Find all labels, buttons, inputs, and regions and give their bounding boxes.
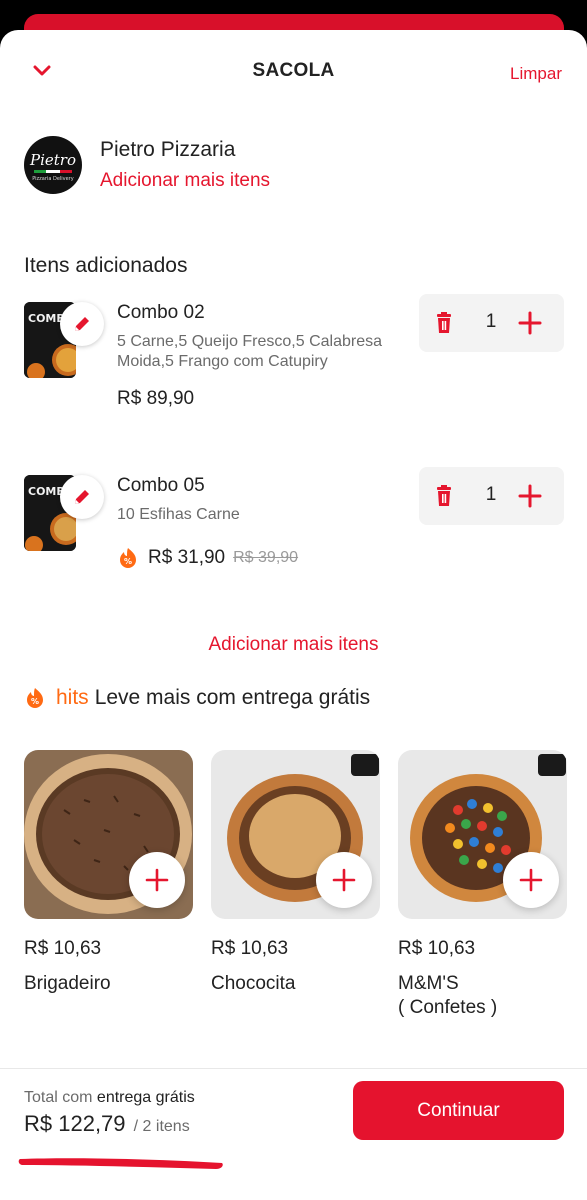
trash-icon	[437, 312, 451, 333]
quantity-value: 1	[485, 311, 497, 332]
store-add-more-link[interactable]: Adicionar mais itens	[100, 170, 270, 192]
continue-button[interactable]: Continuar	[353, 1081, 564, 1140]
remove-item-button[interactable]	[433, 311, 455, 335]
discount-icon: %	[27, 688, 43, 708]
plus-icon	[519, 868, 543, 892]
add-product-button[interactable]	[503, 852, 559, 908]
edit-item-button[interactable]	[60, 302, 104, 346]
svg-text:Pietro: Pietro	[29, 151, 76, 169]
section-title: Itens adicionados	[24, 254, 188, 277]
item-description: 5 Carne,5 Queijo Fresco,5 Calabresa Moid…	[117, 333, 383, 370]
svg-text:%: %	[31, 697, 39, 706]
header: SACOLA Limpar	[0, 30, 587, 114]
edit-item-button[interactable]	[60, 475, 104, 519]
item-old-price: R$ 39,90	[233, 549, 299, 566]
redaction-scribble	[18, 1158, 223, 1169]
quantity-stepper: 1	[419, 467, 564, 525]
item-name: Combo 05	[117, 475, 205, 496]
increase-quantity-button[interactable]	[517, 483, 543, 509]
item-count: / 2 itens	[133, 1118, 190, 1135]
add-product-button[interactable]	[129, 852, 185, 908]
bag-sheet: SACOLA Limpar Pietro Pizzaria Delivery P…	[0, 30, 587, 1200]
item-price-row: % R$ 31,90 R$ 39,90	[117, 547, 298, 569]
item-price: R$ 89,90	[117, 388, 195, 409]
svg-text:%: %	[124, 557, 132, 566]
item-price: R$ 31,90	[148, 547, 226, 568]
pencil-icon	[75, 490, 89, 504]
add-more-items-link[interactable]: Adicionar mais itens	[0, 634, 587, 656]
plus-icon	[518, 311, 542, 335]
plus-icon	[145, 868, 169, 892]
trash-icon	[437, 485, 451, 506]
product-price: R$ 10,63	[211, 938, 289, 959]
product-name: Brigadeiro	[24, 973, 111, 994]
svg-text:Pizzaria Delivery: Pizzaria Delivery	[32, 176, 74, 182]
quantity-stepper: 1	[419, 294, 564, 352]
add-product-button[interactable]	[316, 852, 372, 908]
product-name: M&M'S ( Confetes )	[398, 973, 498, 1018]
hits-section-title: % hits Leve mais com entrega grátis	[24, 686, 370, 710]
total-value: R$ 122,79 / 2 itens	[24, 1111, 190, 1136]
checkout-footer: Total com entrega grátis R$ 122,79 / 2 i…	[0, 1068, 587, 1200]
quantity-value: 1	[485, 484, 497, 505]
plus-icon	[332, 868, 356, 892]
page-title: SACOLA	[252, 60, 335, 81]
remove-item-button[interactable]	[433, 484, 455, 508]
product-price: R$ 10,63	[398, 938, 476, 959]
increase-quantity-button[interactable]	[517, 310, 543, 336]
plus-icon	[518, 484, 542, 508]
item-name: Combo 02	[117, 302, 205, 323]
product-name: Chococita	[211, 973, 296, 994]
store-info: Pietro Pizzaria Delivery Pietro Pizzaria…	[24, 134, 564, 194]
total-label: Total com entrega grátis	[24, 1089, 195, 1106]
pencil-icon	[75, 317, 89, 331]
hits-text: Leve mais com entrega grátis	[94, 686, 371, 709]
item-description: 10 Esfihas Carne	[117, 506, 240, 523]
hits-brand: hits	[56, 686, 89, 709]
store-logo: Pietro Pizzaria Delivery	[24, 136, 82, 194]
discount-icon: %	[120, 548, 136, 568]
clear-button[interactable]: Limpar	[510, 64, 562, 84]
product-price: R$ 10,63	[24, 938, 102, 959]
store-name: Pietro Pizzaria	[100, 138, 236, 161]
